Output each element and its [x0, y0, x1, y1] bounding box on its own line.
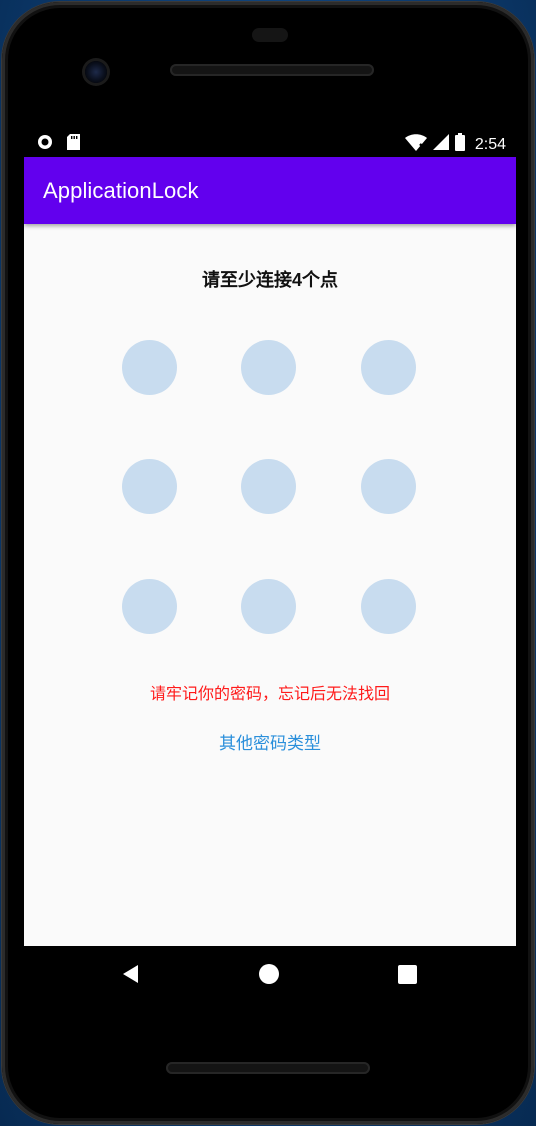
- recents-icon: [397, 964, 417, 984]
- status-right-icons: 2:54: [404, 133, 506, 156]
- pattern-hint: 请至少连接4个点: [201, 270, 338, 290]
- recents-button[interactable]: [393, 960, 421, 988]
- home-button[interactable]: [255, 960, 283, 988]
- pattern-dot-1[interactable]: [122, 340, 177, 395]
- top-speaker-grille: [170, 64, 374, 76]
- cell-signal-icon: [432, 134, 449, 155]
- phone-screen: 2:54 ApplicationLock 请至少连接4个点 请牢记你的密码，忘记…: [24, 128, 516, 946]
- battery-icon: [454, 133, 465, 156]
- pattern-lock-screen: 请至少连接4个点 请牢记你的密码，忘记后无法找回 其他密码类型: [24, 224, 516, 946]
- status-bar: 2:54: [24, 128, 516, 157]
- password-warning: 请牢记你的密码，忘记后无法找回: [149, 686, 390, 703]
- navigation-bar: [24, 946, 516, 1004]
- sd-card-icon: [67, 134, 80, 155]
- status-time: 2:54: [474, 135, 506, 153]
- app-title: ApplicationLock: [43, 178, 199, 203]
- pattern-dot-4[interactable]: [122, 459, 177, 514]
- status-left-icons: [37, 134, 80, 155]
- pattern-dot-grid[interactable]: [122, 340, 416, 634]
- pattern-dot-6[interactable]: [361, 459, 416, 514]
- pattern-dot-8[interactable]: [241, 579, 296, 634]
- circle-notification-icon: [37, 134, 53, 155]
- other-password-types-link[interactable]: 其他密码类型: [24, 729, 516, 754]
- pattern-dot-5[interactable]: [241, 459, 296, 514]
- app-bar: ApplicationLock: [24, 157, 516, 224]
- bottom-speaker-grille: [166, 1062, 370, 1074]
- pattern-dot-2[interactable]: [241, 340, 296, 395]
- home-icon: [259, 964, 279, 984]
- back-icon: [123, 965, 138, 983]
- pattern-dot-9[interactable]: [361, 579, 416, 634]
- wifi-icon: [404, 133, 427, 156]
- front-camera: [85, 61, 107, 83]
- earpiece: [252, 28, 288, 42]
- pattern-dot-3[interactable]: [361, 340, 416, 395]
- back-button[interactable]: [117, 960, 145, 988]
- pattern-dot-7[interactable]: [122, 579, 177, 634]
